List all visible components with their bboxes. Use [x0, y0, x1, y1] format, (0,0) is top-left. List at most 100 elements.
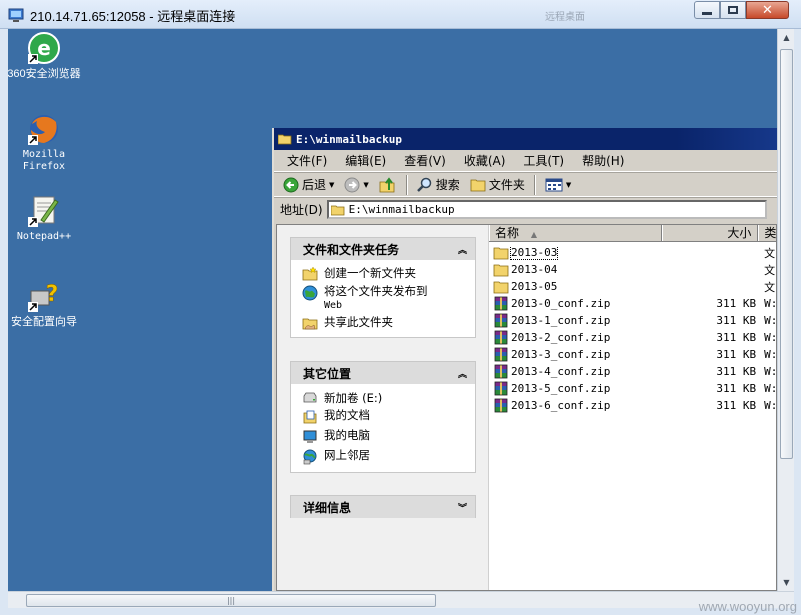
rdp-window-title: 210.14.71.65:12058 - 远程桌面连接: [30, 9, 236, 24]
scroll-down-arrow-icon[interactable]: ▼: [778, 574, 795, 591]
place-network[interactable]: 网上邻居: [291, 446, 475, 466]
task-publish-web[interactable]: 将这个文件夹发布到 Web: [291, 282, 475, 313]
file-row[interactable]: 2013-04 文: [489, 261, 776, 278]
svg-text:?: ?: [46, 282, 59, 307]
file-rows: 2013-03 文 2013-04 文 2013-05 文 2013-0_conf.zip 3…: [489, 242, 777, 414]
file-row[interactable]: 2013-4_conf.zip 311 KB W:: [489, 363, 776, 380]
place-my-computer[interactable]: 我的电脑: [291, 426, 475, 446]
file-size: 311 KB: [716, 365, 757, 378]
file-type: W:: [764, 382, 777, 395]
menu-help[interactable]: 帮助(H): [573, 152, 633, 169]
search-button[interactable]: 搜索: [414, 176, 463, 193]
file-name: 2013-6_conf.zip: [511, 399, 611, 412]
rdp-horizontal-scrollbar[interactable]: |||: [8, 591, 794, 608]
menu-favorites[interactable]: 收藏(A): [455, 152, 515, 169]
file-size: 311 KB: [716, 297, 757, 310]
dropdown-arrow-icon: ▼: [565, 180, 572, 189]
explorer-body: 文件和文件夹任务 ︽ 创建一个新文件夹 将这个文件夹发布到 Web 共享此文件夹…: [276, 224, 777, 591]
column-size[interactable]: 大小: [662, 225, 759, 241]
file-list: 名称 ▲ 大小 类 2013-03 文 2013-04 文 2013-05 文 2013-0…: [489, 225, 777, 590]
drive-icon: [303, 392, 317, 403]
task-group-header[interactable]: 其它位置 ︽: [291, 362, 475, 384]
back-arrow-icon: [283, 177, 299, 192]
toolbar-separator: [533, 174, 536, 195]
file-row[interactable]: 2013-0_conf.zip 311 KB W:: [489, 295, 776, 312]
task-group-other-places: 其它位置 ︽ 新加卷 (E:) 我的文档 我的电脑 网上邻居: [290, 361, 476, 473]
desktop-icon-notepadpp[interactable]: Notepad++: [8, 194, 82, 243]
file-type: W:: [764, 399, 777, 412]
task-group-header[interactable]: 文件和文件夹任务 ︽: [291, 238, 475, 260]
scroll-up-arrow-icon[interactable]: ▲: [778, 29, 795, 46]
file-size: 311 KB: [716, 348, 757, 361]
winrar-archive-icon: [494, 313, 508, 327]
file-row[interactable]: 2013-3_conf.zip 311 KB W:: [489, 346, 776, 363]
task-label: 创建一个新文件夹: [324, 266, 416, 280]
maximize-button[interactable]: [720, 1, 746, 19]
desktop-icon-label: 360安全浏览器: [8, 68, 81, 80]
task-share-folder[interactable]: 共享此文件夹: [291, 313, 475, 331]
new-folder-icon: [302, 267, 318, 281]
file-row[interactable]: 2013-6_conf.zip 311 KB W:: [489, 397, 777, 414]
watermark: www.wooyun.org: [698, 599, 797, 614]
place-my-documents[interactable]: 我的文档: [291, 406, 475, 426]
file-row[interactable]: 2013-03 文: [489, 244, 776, 261]
share-folder-icon: [302, 318, 318, 330]
file-name: 2013-5_conf.zip: [511, 382, 611, 395]
desktop-icon-security-wizard[interactable]: ? 安全配置向导: [8, 279, 82, 328]
task-new-folder[interactable]: 创建一个新文件夹: [291, 264, 475, 282]
vertical-scroll-thumb[interactable]: [780, 49, 793, 459]
address-input[interactable]: E:\winmailbackup: [326, 200, 767, 219]
firefox-icon: [28, 115, 58, 145]
folder-icon: [330, 205, 345, 215]
file-size: 311 KB: [716, 399, 757, 412]
file-name: 2013-0_conf.zip: [511, 297, 611, 310]
file-row[interactable]: 2013-2_conf.zip 311 KB W:: [489, 329, 776, 346]
back-button[interactable]: 后退 ▼: [280, 176, 337, 193]
menu-tools[interactable]: 工具(T): [514, 152, 573, 169]
folders-button[interactable]: 文件夹: [467, 176, 528, 193]
winrar-archive-icon: [494, 398, 508, 412]
address-value: E:\winmailbackup: [348, 203, 455, 216]
views-grid-icon: [545, 178, 563, 191]
winrar-archive-icon: [494, 364, 508, 378]
place-volume-e[interactable]: 新加卷 (E:): [291, 389, 475, 406]
file-size: 311 KB: [716, 382, 757, 395]
task-group-header[interactable]: 详细信息 ︾: [291, 496, 475, 518]
collapse-chevron-icon[interactable]: ︽: [458, 367, 467, 380]
remote-desktop-icon: [8, 8, 24, 22]
up-folder-button[interactable]: [376, 176, 400, 193]
expand-chevron-icon[interactable]: ︾: [458, 501, 467, 514]
desktop-icon-firefox[interactable]: Mozilla Firefox: [8, 112, 82, 173]
close-button[interactable]: ✕: [746, 1, 789, 19]
winrar-archive-icon: [494, 296, 508, 310]
forward-button[interactable]: ▼: [341, 177, 371, 193]
explorer-titlebar[interactable]: E:\winmailbackup: [274, 128, 777, 150]
rdp-vertical-scrollbar[interactable]: ▲ ▼: [777, 29, 794, 591]
task-group-details: 详细信息 ︾: [290, 495, 476, 518]
menu-file[interactable]: 文件(F): [278, 152, 336, 169]
desktop-icon-label: 安全配置向导: [11, 316, 77, 328]
my-computer-icon: [303, 430, 317, 443]
browser-360-icon: e: [28, 32, 60, 64]
menu-edit[interactable]: 编辑(E): [336, 152, 395, 169]
sort-up-icon: ▲: [530, 230, 537, 239]
task-group-title: 其它位置: [303, 366, 352, 381]
minimize-button[interactable]: [694, 1, 720, 19]
close-icon: ✕: [762, 2, 773, 18]
file-row[interactable]: 2013-5_conf.zip 311 KB W:: [489, 380, 777, 397]
views-button[interactable]: ▼: [542, 178, 574, 192]
column-type[interactable]: 类: [758, 225, 776, 241]
task-label-web: Web: [324, 300, 343, 311]
horizontal-scroll-thumb[interactable]: |||: [26, 594, 436, 607]
file-row[interactable]: 2013-05 文: [489, 278, 776, 295]
place-label: 网上邻居: [324, 448, 370, 462]
network-places-icon: [303, 449, 317, 465]
my-documents-icon: [303, 410, 317, 424]
collapse-chevron-icon[interactable]: ︽: [458, 243, 467, 256]
task-group-title: 文件和文件夹任务: [303, 242, 400, 257]
desktop-icon-360-browser[interactable]: e 360安全浏览器: [8, 31, 82, 80]
file-type: W:: [764, 314, 777, 327]
column-name[interactable]: 名称 ▲: [489, 225, 663, 241]
file-row[interactable]: 2013-1_conf.zip 311 KB W:: [489, 312, 777, 329]
menu-view[interactable]: 查看(V): [395, 152, 455, 169]
